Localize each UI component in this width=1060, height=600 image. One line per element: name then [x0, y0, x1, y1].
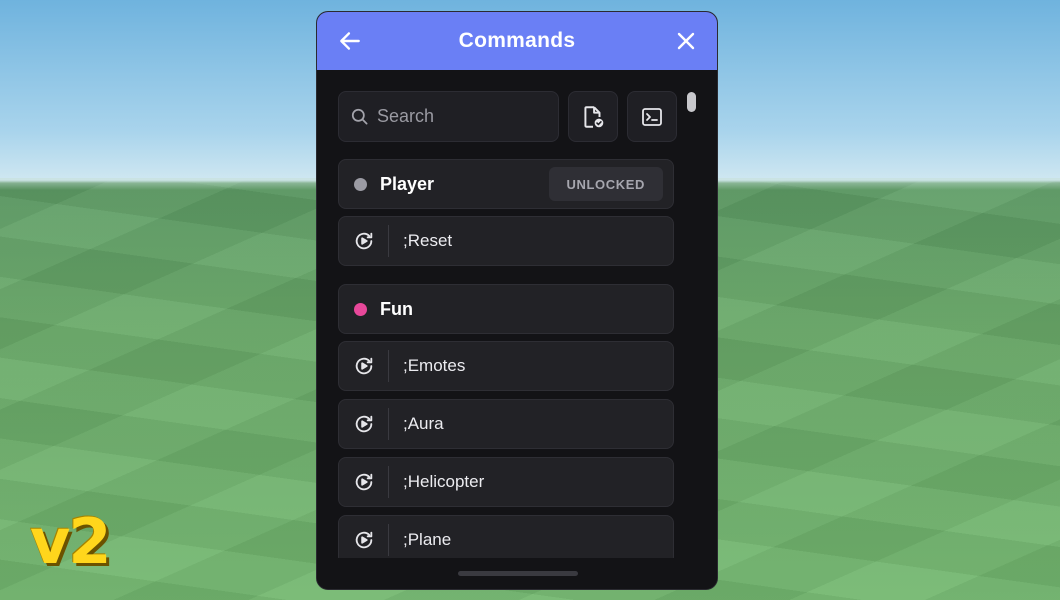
- file-check-icon: [584, 105, 604, 128]
- commands-panel: Commands Player UNLOCKED: [316, 11, 718, 590]
- category-label: Fun: [380, 298, 413, 319]
- panel-title: Commands: [458, 29, 576, 52]
- category-dot: [354, 177, 367, 191]
- scrollbar-thumb[interactable]: [687, 92, 696, 112]
- command-row-helicopter[interactable]: ;Helicopter: [338, 457, 674, 507]
- run-command-icon: [339, 217, 388, 265]
- row-divider: [388, 408, 389, 440]
- search-icon: [351, 108, 368, 125]
- close-icon: [677, 32, 695, 50]
- command-label: ;Reset: [403, 231, 453, 250]
- command-label: ;Aura: [403, 414, 444, 433]
- command-row-reset[interactable]: ;Reset: [338, 216, 674, 266]
- category-label: Player: [380, 173, 435, 194]
- search-input[interactable]: [377, 106, 547, 127]
- drag-handle[interactable]: [458, 571, 578, 576]
- arrow-left-icon: [340, 32, 360, 50]
- panel-header: Commands: [317, 12, 717, 70]
- category-player-header[interactable]: Player UNLOCKED: [338, 159, 674, 209]
- row-divider: [388, 466, 389, 498]
- row-divider: [388, 225, 389, 257]
- run-command-icon: [339, 516, 388, 564]
- run-command-icon: [339, 458, 388, 506]
- run-command-icon: [339, 400, 388, 448]
- command-row-aura[interactable]: ;Aura: [338, 399, 674, 449]
- console-button[interactable]: [627, 91, 677, 142]
- unlocked-badge: UNLOCKED: [548, 167, 663, 201]
- command-label: ;Plane: [403, 530, 452, 549]
- command-row-emotes[interactable]: ;Emotes: [338, 341, 674, 391]
- close-button[interactable]: [671, 26, 701, 56]
- row-divider: [388, 350, 389, 382]
- saved-commands-button[interactable]: [568, 91, 618, 142]
- version-label: v2: [30, 505, 112, 578]
- category-fun-header[interactable]: Fun: [338, 284, 674, 334]
- panel-content: Player UNLOCKED ;Reset Fun ;Emotes: [317, 70, 717, 589]
- back-button[interactable]: [335, 26, 365, 56]
- row-divider: [388, 524, 389, 556]
- terminal-icon: [642, 107, 662, 126]
- search-toolbar: [338, 91, 677, 142]
- category-dot: [354, 302, 367, 316]
- command-label: ;Emotes: [403, 356, 466, 375]
- command-label: ;Helicopter: [403, 472, 485, 491]
- run-command-icon: [339, 342, 388, 390]
- command-list: Player UNLOCKED ;Reset Fun ;Emotes ;Aura…: [338, 159, 674, 565]
- search-box[interactable]: [338, 91, 559, 142]
